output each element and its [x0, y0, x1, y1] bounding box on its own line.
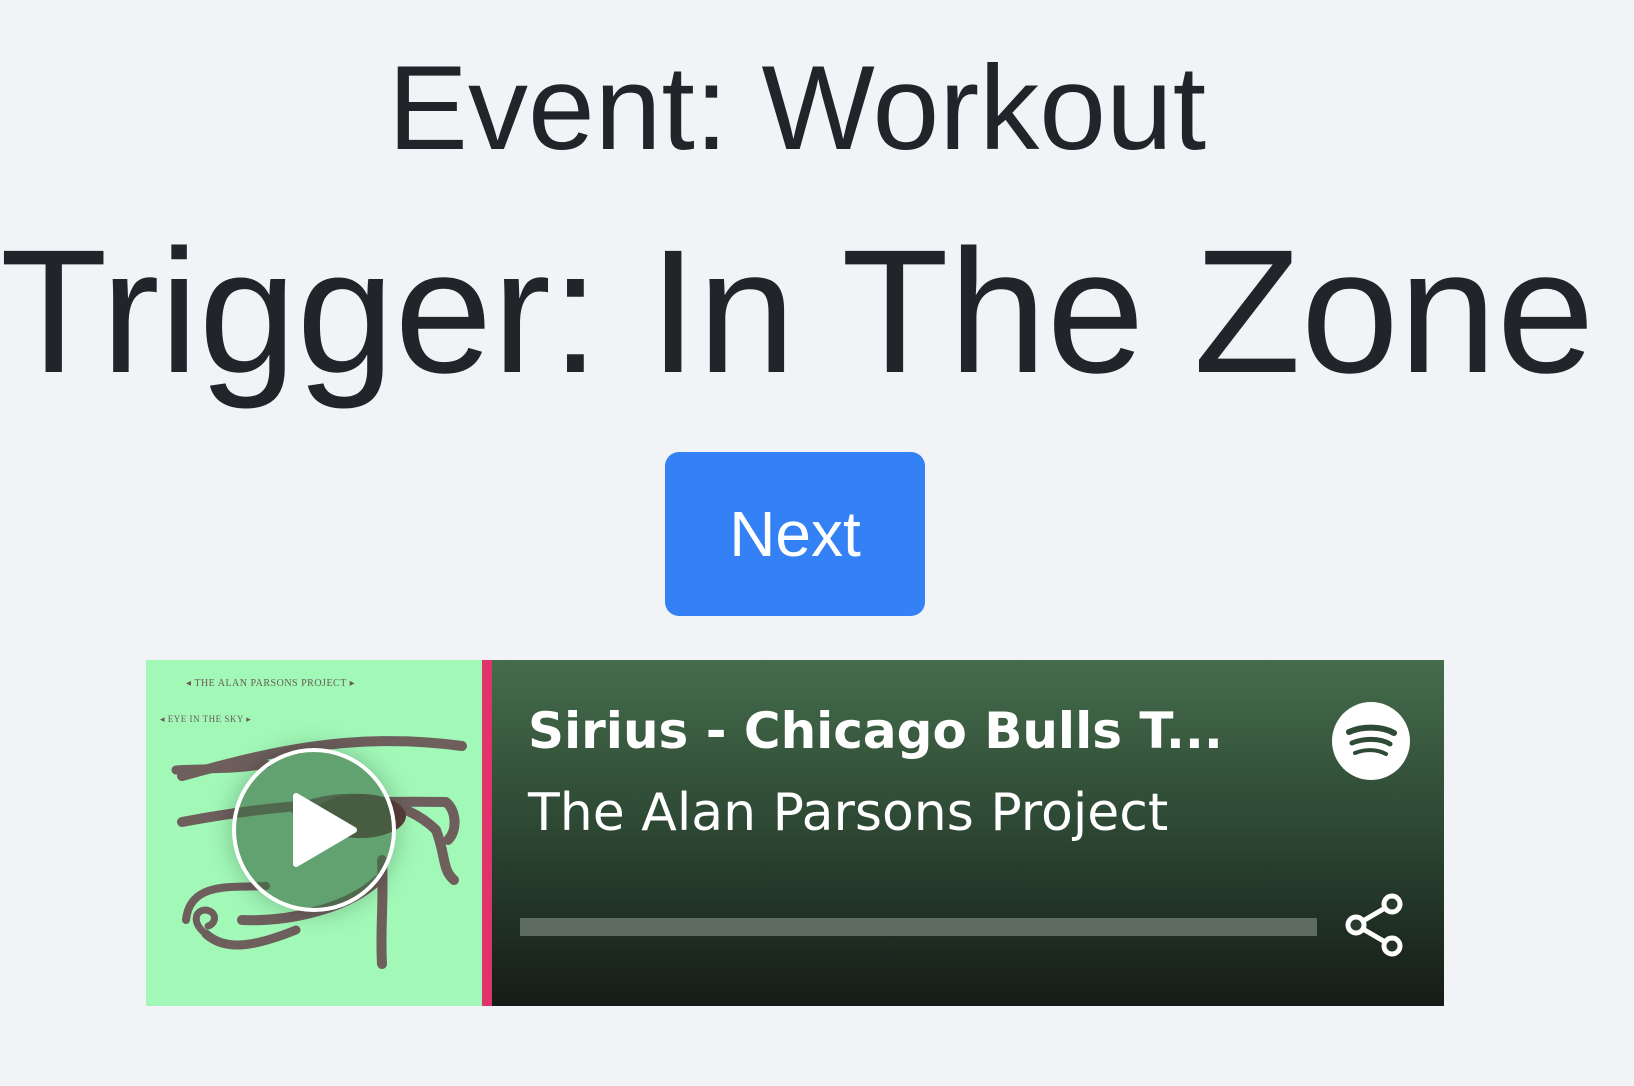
accent-divider	[482, 660, 492, 1006]
play-icon	[293, 793, 357, 867]
share-icon[interactable]	[1342, 892, 1408, 958]
spotify-icon[interactable]	[1332, 702, 1410, 780]
spotify-embed-player: ◂ THE ALAN PARSONS PROJECT ▸ ◂ EYE IN TH…	[146, 660, 1444, 1006]
progress-bar[interactable]	[520, 918, 1317, 936]
track-info-panel: Sirius - Chicago Bulls T... The Alan Par…	[492, 660, 1444, 1006]
album-art[interactable]: ◂ THE ALAN PARSONS PROJECT ▸ ◂ EYE IN TH…	[146, 660, 482, 1006]
next-button[interactable]: Next	[665, 452, 925, 616]
play-button[interactable]	[232, 748, 396, 912]
trigger-title: Trigger: In The Zone	[0, 214, 1595, 410]
track-title[interactable]: Sirius - Chicago Bulls T...	[528, 698, 1268, 764]
track-artist[interactable]: The Alan Parsons Project	[528, 780, 1268, 846]
event-title: Event: Workout	[387, 41, 1207, 175]
